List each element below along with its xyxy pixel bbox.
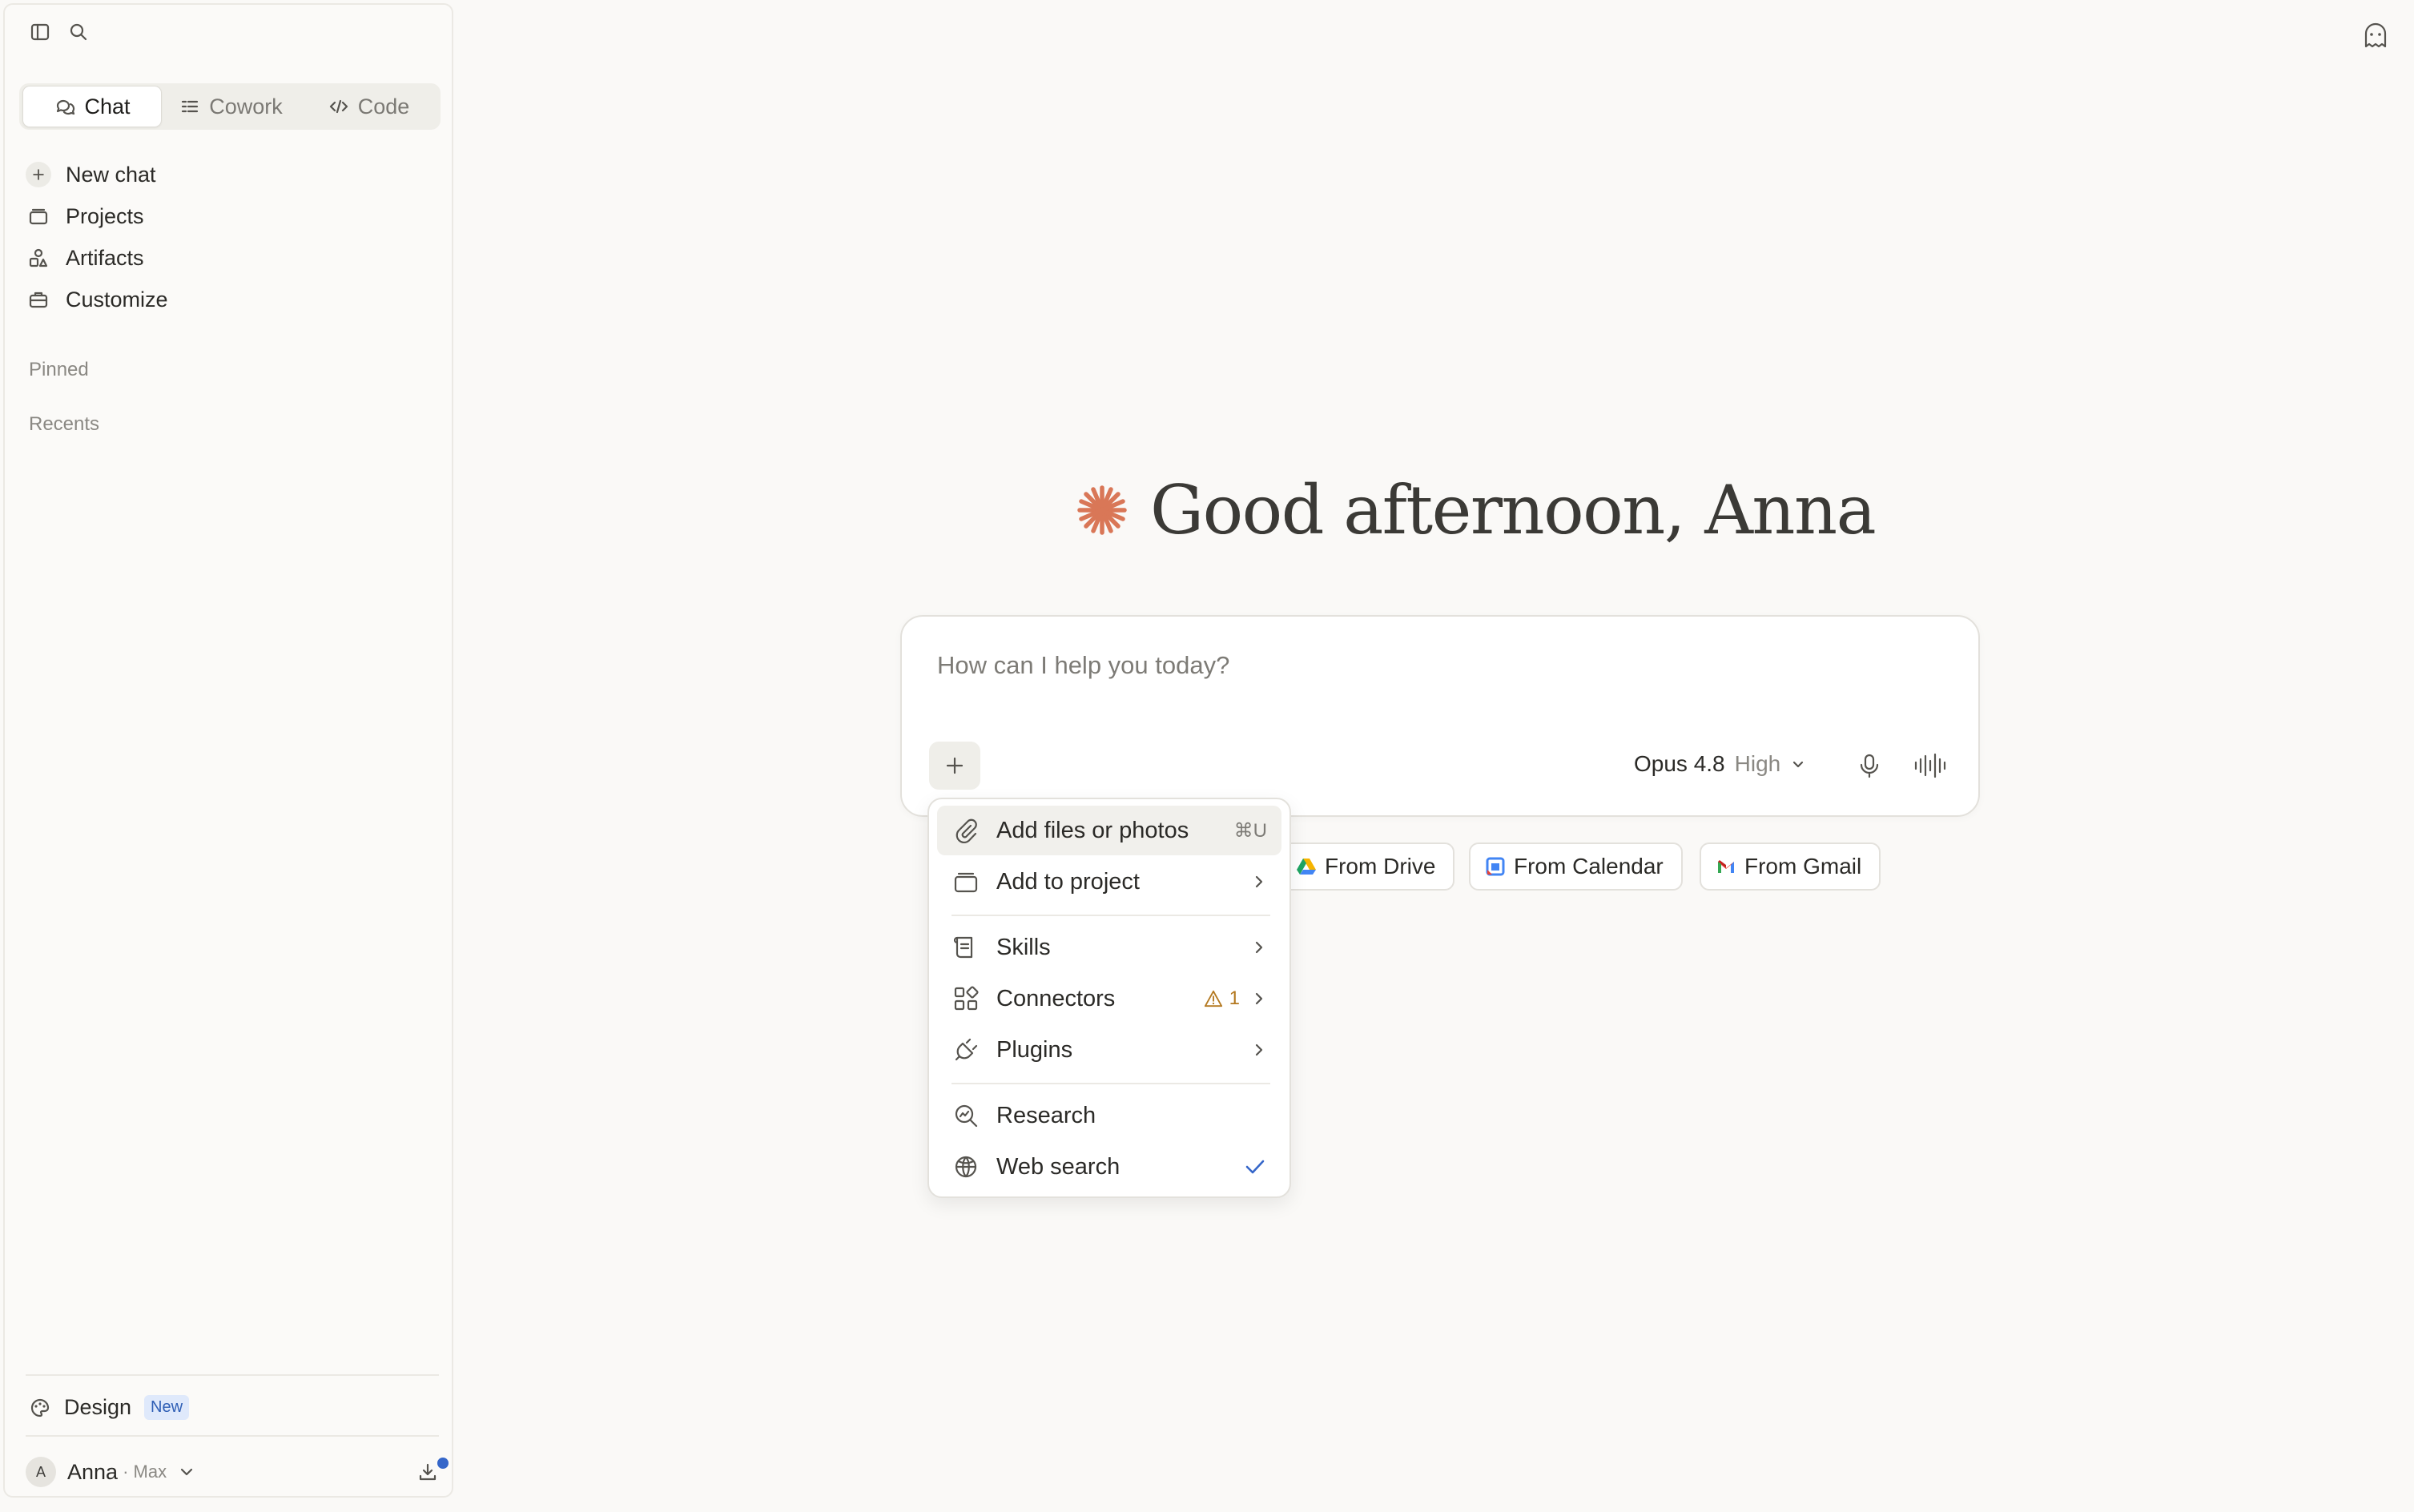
sidebar-item-label: Projects: [66, 203, 144, 228]
from-calendar-chip[interactable]: From Calendar: [1469, 842, 1683, 891]
message-input[interactable]: [935, 650, 1900, 681]
chat-icon: [57, 99, 75, 115]
paperclip-icon: [956, 818, 977, 843]
menu-separator: [952, 1083, 1270, 1084]
chevron-down-icon: [1793, 761, 1804, 768]
chip-label: From Gmail: [1744, 854, 1862, 879]
new-badge: New: [144, 1395, 190, 1420]
google-drive-icon: [1297, 859, 1316, 875]
projects-icon: [954, 872, 978, 893]
mode-tabs: Chat Cowork Code: [19, 83, 441, 130]
menu-item-label: Skills: [996, 934, 1051, 960]
skills-icon: [953, 936, 973, 959]
tab-label: Chat: [84, 94, 131, 119]
from-gmail-chip[interactable]: From Gmail: [1700, 842, 1881, 891]
sidebar-top-icons: [29, 21, 90, 43]
sidebar: Chat Cowork Code New chat Projects Artif…: [3, 3, 453, 1498]
chevron-right-icon: [1255, 875, 1263, 888]
chip-label: From Drive: [1325, 854, 1436, 879]
user-plan: · Max: [123, 1462, 167, 1482]
research-icon: [955, 1104, 978, 1128]
chip-label: From Calendar: [1514, 854, 1664, 879]
sidebar-item-artifacts[interactable]: Artifacts: [26, 237, 442, 279]
chevron-right-icon: [1255, 992, 1263, 1005]
projects-icon: [26, 203, 51, 229]
avatar: A: [26, 1457, 56, 1487]
code-icon: [329, 99, 348, 114]
menu-item-plugins[interactable]: Plugins: [937, 1025, 1281, 1075]
from-drive-chip[interactable]: From Drive: [1280, 842, 1455, 891]
tab-label: Code: [357, 94, 410, 119]
menu-item-add-to-project[interactable]: Add to project: [937, 857, 1281, 907]
sidebar-item-label: New chat: [66, 162, 156, 187]
gmail-icon: [1718, 860, 1734, 873]
plus-icon: [946, 757, 964, 774]
greeting-text: Good afternoon, Anna: [1150, 471, 1877, 549]
greeting: Good afternoon, Anna: [1073, 471, 1877, 549]
model-name: Opus 4.8: [1634, 751, 1725, 776]
tab-cowork[interactable]: Cowork: [162, 86, 300, 127]
palette-icon: [29, 1397, 51, 1419]
warning-icon: [1204, 990, 1222, 1007]
sidebar-item-new-chat[interactable]: New chat: [26, 154, 442, 195]
sidebar-divider: [26, 1374, 439, 1376]
menu-item-label: Plugins: [996, 1036, 1073, 1063]
recents-section-label: Recents: [29, 413, 100, 435]
ghost-icon[interactable]: [2360, 19, 2392, 51]
voice-mode-icon[interactable]: [1913, 751, 1948, 780]
chevron-down-icon: [178, 1463, 195, 1481]
connector-warning: 1: [1204, 987, 1240, 1010]
sidebar-item-design[interactable]: Design New: [29, 1395, 190, 1420]
claude-spark-icon: [1077, 485, 1127, 535]
plus-icon: [26, 162, 51, 187]
model-selector[interactable]: Opus 4.8 High: [1634, 751, 1806, 777]
menu-separator: [952, 915, 1270, 916]
add-content-menu: Add files or photos ⌘U Add to project Sk…: [927, 798, 1291, 1198]
sidebar-item-label: Artifacts: [66, 245, 144, 270]
menu-item-label: Research: [996, 1102, 1096, 1128]
warning-count: 1: [1229, 987, 1240, 1009]
user-name: Anna: [67, 1459, 119, 1484]
sidebar-item-projects[interactable]: Projects: [26, 195, 442, 237]
microphone-icon[interactable]: [1855, 751, 1884, 780]
connectors-icon: [954, 986, 979, 1011]
checkmark-icon: [1245, 1160, 1265, 1174]
chevron-right-icon: [1255, 941, 1263, 954]
plugin-icon: [955, 1038, 978, 1061]
menu-item-connectors[interactable]: Connectors 1: [937, 974, 1281, 1023]
sidebar-nav: New chat Projects Artifacts Customize: [26, 154, 442, 320]
design-label: Design: [64, 1395, 132, 1419]
shortcut-label: ⌘U: [1233, 819, 1267, 842]
sidebar-divider: [26, 1435, 439, 1437]
menu-item-skills[interactable]: Skills: [937, 923, 1281, 972]
globe-icon: [955, 1156, 977, 1178]
menu-item-label: Connectors: [996, 985, 1116, 1011]
search-icon[interactable]: [67, 21, 90, 43]
sidebar-toggle-icon[interactable]: [29, 21, 51, 43]
menu-item-web-search[interactable]: Web search: [937, 1142, 1281, 1192]
menu-item-label: Web search: [996, 1153, 1120, 1180]
customize-icon: [26, 287, 51, 312]
tab-code[interactable]: Code: [300, 86, 437, 127]
menu-item-research[interactable]: Research: [937, 1091, 1281, 1140]
menu-item-label: Add to project: [996, 868, 1140, 895]
pinned-section-label: Pinned: [29, 359, 89, 380]
google-calendar-icon: [1486, 857, 1505, 876]
artifacts-icon: [26, 245, 51, 271]
chevron-right-icon: [1255, 1044, 1263, 1056]
model-effort: High: [1734, 751, 1781, 776]
sidebar-item-label: Customize: [66, 287, 168, 312]
composer: Opus 4.8 High: [900, 615, 1980, 817]
sidebar-item-customize[interactable]: Customize: [26, 279, 442, 320]
cowork-icon: [182, 100, 199, 113]
tab-label: Cowork: [209, 94, 283, 119]
download-icon[interactable]: [416, 1458, 449, 1483]
add-content-button[interactable]: [929, 742, 980, 790]
menu-item-label: Add files or photos: [996, 817, 1189, 843]
menu-item-add-files[interactable]: Add files or photos ⌘U: [937, 806, 1281, 855]
tab-chat[interactable]: Chat: [22, 86, 162, 127]
notification-dot: [437, 1458, 449, 1469]
user-menu[interactable]: A Anna · Max: [26, 1453, 449, 1491]
